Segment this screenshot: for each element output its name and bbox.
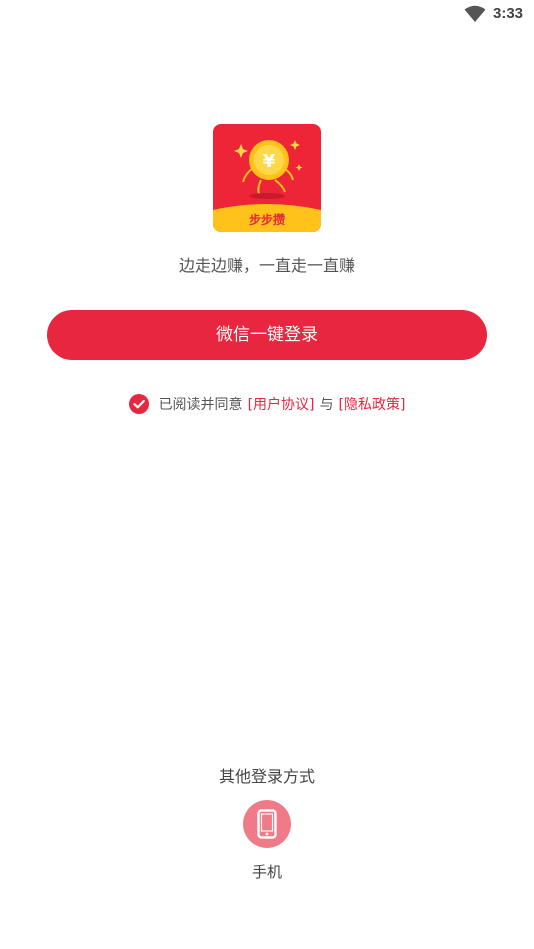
wechat-login-button[interactable]: 微信一键登录: [47, 310, 487, 360]
phone-login-label: 手机: [251, 863, 282, 881]
privacy-policy-link[interactable]: [隐私政策]: [339, 394, 406, 414]
agreement-row: 已阅读并同意 [用户协议] 与 [隐私政策]: [0, 393, 534, 415]
wifi-icon: [464, 5, 486, 22]
svg-text:¥: ¥: [263, 151, 276, 172]
app-slogan: 边走边赚，一直走一直赚: [178, 256, 355, 275]
status-bar: 3:33: [0, 0, 534, 30]
agreement-checkbox[interactable]: [128, 394, 149, 414]
logo-text: 步步攒: [249, 212, 285, 227]
smartphone-icon: [257, 809, 277, 839]
agreement-prefix: 已阅读并同意: [158, 397, 243, 413]
status-time: 3:33: [493, 5, 524, 22]
agreement-conjunction: 与: [319, 397, 334, 413]
user-agreement-link[interactable]: [用户协议]: [248, 394, 315, 414]
app-logo: ¥ 步步攒: [213, 124, 321, 232]
check-icon: [132, 399, 145, 409]
phone-login-button[interactable]: [243, 800, 291, 848]
other-login-title: 其他登录方式: [218, 767, 315, 786]
